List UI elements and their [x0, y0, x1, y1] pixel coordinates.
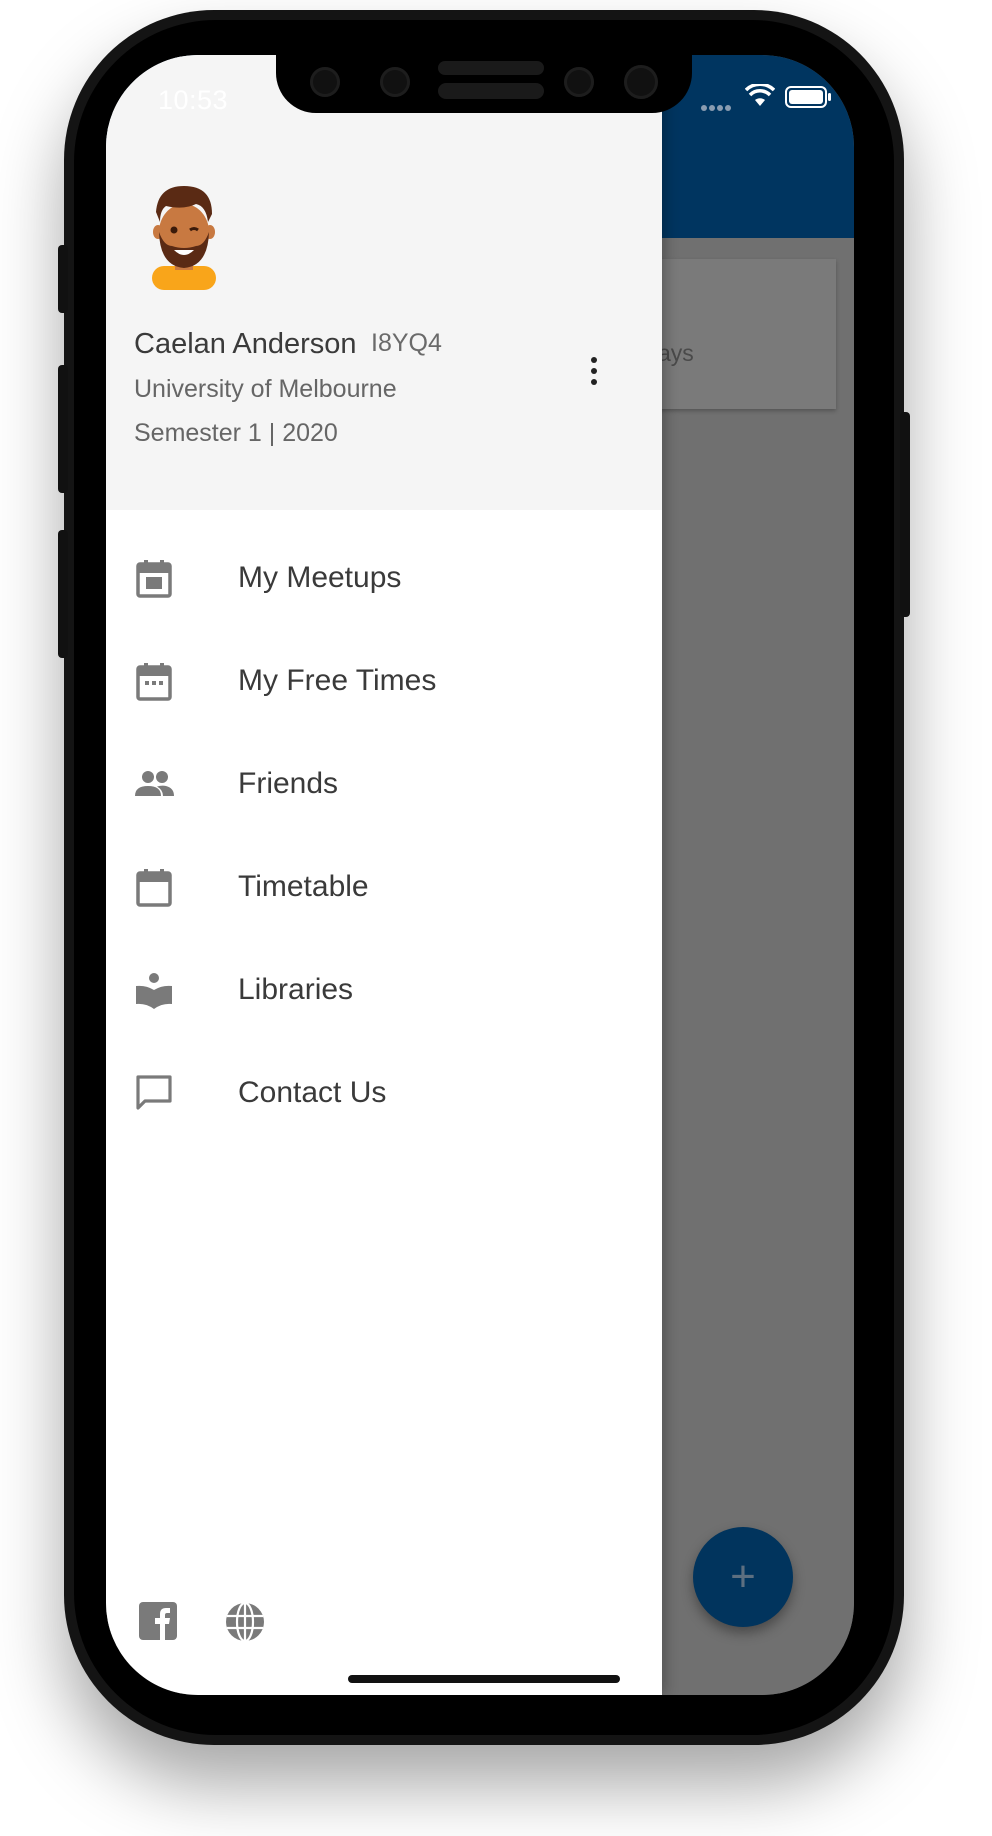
silent-switch	[58, 245, 68, 313]
phone-notch	[276, 55, 692, 113]
menu-item-label: My Free Times	[238, 664, 437, 697]
more-options-icon[interactable]	[576, 347, 612, 395]
drawer-header: 10:53 Caelan Anderson I8YQ4 University o…	[106, 55, 662, 510]
menu-item-libraries[interactable]: Libraries	[106, 940, 662, 1043]
user-name: Caelan Anderson	[134, 328, 357, 360]
facebook-icon[interactable]	[138, 1601, 178, 1641]
wifi-icon	[745, 84, 775, 106]
menu-item-label: My Meetups	[238, 561, 402, 594]
user-university: University of Melbourne	[134, 375, 397, 403]
phone-screen: ays + 10:53 Caelan Anderson I8YQ4 Univer…	[106, 55, 854, 1695]
add-fab-button[interactable]: +	[693, 1527, 793, 1627]
user-code: I8YQ4	[371, 329, 442, 357]
globe-icon[interactable]	[224, 1601, 266, 1643]
menu-item-my-free-times[interactable]: My Free Times	[106, 631, 662, 734]
menu-item-timetable[interactable]: Timetable	[106, 837, 662, 940]
status-time: 10:53	[158, 85, 229, 115]
menu-item-contact-us[interactable]: Contact Us	[106, 1043, 662, 1146]
menu-item-label: Friends	[238, 767, 339, 800]
status-right	[701, 84, 831, 116]
book-reader-icon	[136, 973, 172, 1009]
power-button	[900, 412, 910, 617]
calendar-event-icon	[136, 560, 172, 598]
navigation-drawer: 10:53 Caelan Anderson I8YQ4 University o…	[106, 55, 662, 1695]
menu-item-friends[interactable]: Friends	[106, 734, 662, 837]
menu-item-my-meetups[interactable]: My Meetups	[106, 528, 662, 631]
people-icon	[135, 771, 174, 796]
background-card-text: ays	[658, 340, 694, 366]
calendar-icon	[136, 869, 172, 907]
home-indicator[interactable]	[348, 1675, 620, 1683]
volume-down-button	[58, 530, 68, 658]
menu-item-label: Contact Us	[238, 1076, 387, 1109]
user-semester: Semester 1 | 2020	[134, 419, 338, 447]
menu-item-label: Timetable	[238, 870, 369, 903]
calendar-dots-icon	[136, 663, 172, 701]
chat-bubble-icon	[136, 1075, 172, 1110]
volume-up-button	[58, 365, 68, 493]
avatar[interactable]	[144, 180, 224, 290]
add-icon: +	[730, 1552, 756, 1601]
drawer-menu: My Meetups My Free Times Friends Timetab…	[106, 528, 662, 1146]
menu-item-label: Libraries	[238, 973, 354, 1006]
battery-icon	[785, 86, 831, 108]
